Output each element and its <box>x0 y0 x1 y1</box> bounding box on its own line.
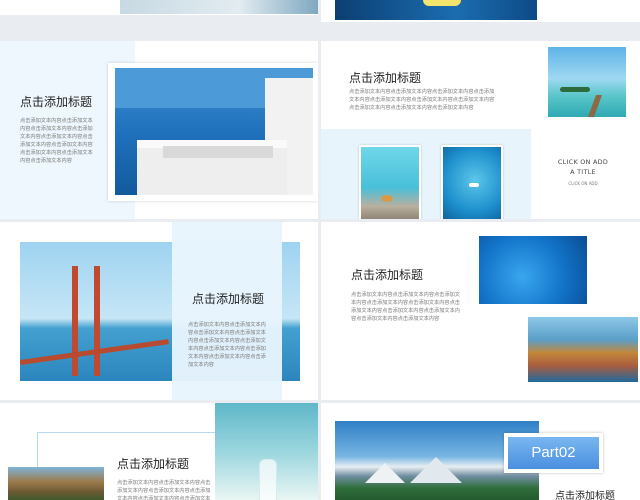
slide-photo <box>120 0 318 14</box>
island-photo <box>548 47 626 117</box>
slide-row1-left[interactable]: 点击添加标题 点击添加文本内容点击添加文本内容点击添加文本内容点击添加文本内容点… <box>0 41 318 219</box>
slide-row0-right[interactable] <box>321 0 640 22</box>
click-add-subtitle: CLICK ON ADD <box>568 181 598 186</box>
slide-title: 点击添加标题 <box>351 268 424 282</box>
coastal-village-photo <box>528 317 638 382</box>
tint-panel <box>172 222 282 400</box>
slide-row0-left[interactable] <box>0 0 318 15</box>
slide-title: 点击添加标题 <box>349 71 422 85</box>
slide-row2-right[interactable]: 点击添加标题 点击添加文本内容点击添加文本内容点击添加文本内容点击添加文本内容点… <box>321 222 640 400</box>
slide-row2-left[interactable]: 点击添加标题 点击添加文本内容点击添加文本内容点击添加文本内容点击添加文本内容点… <box>0 222 318 400</box>
slide-title: 点击添加标题 <box>20 95 93 109</box>
bottle-photo <box>215 403 318 500</box>
slide-row3-left[interactable]: 点击添加标题 点击添加文本内容点击添加文本内容点击添加文本内容点击添加文本内容点… <box>0 403 318 500</box>
slide-body-text: 点击添加文本内容点击添加文本内容点击添加文本内容点击添加文本内容点击添加文本内容… <box>351 292 460 322</box>
slide-title: 点击添加标题 <box>192 292 265 306</box>
boat-icon <box>423 0 461 6</box>
white-building-photo <box>115 68 313 195</box>
part-badge: Part02 <box>504 433 603 473</box>
slide-body-text: 点击添加文本内容点击添加文本内容点击添加文本内容点击添加文本内容点击添加文本内容… <box>20 118 93 164</box>
slide-body-text: 点击添加文本内容点击添加文本内容点击添加文本内容点击添加文本内容点击添加文本内容… <box>117 480 211 500</box>
slide-row3-right[interactable]: Part02 点击添加标题 <box>321 403 640 500</box>
click-add-title: CLICK ON ADD A TITLE <box>557 158 609 176</box>
slide-body-text: 点击添加文本内容点击添加文本内容点击添加文本内容点击添加文本内容点击添加文本内容… <box>349 89 495 111</box>
shell-photo <box>359 145 421 219</box>
boat-photo <box>441 145 503 219</box>
slide-body-text: 点击添加文本内容点击添加文本内容点击添加文本内容点击添加文本内容点击添加文本内容… <box>188 322 266 368</box>
part-label: Part02 <box>508 437 599 469</box>
slide-title: 点击添加标题 <box>117 457 190 471</box>
cliff-photo <box>8 467 104 500</box>
slide-photo <box>335 0 537 20</box>
slide-row1-right[interactable]: 点击添加标题 点击添加文本内容点击添加文本内容点击添加文本内容点击添加文本内容点… <box>321 41 640 219</box>
aerial-sea-photo <box>479 236 587 304</box>
slide-title: 点击添加标题 <box>555 491 615 500</box>
